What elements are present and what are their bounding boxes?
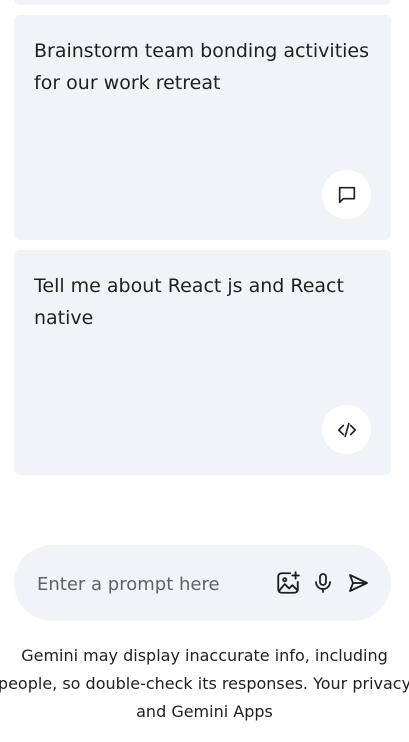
suggestion-card-text: Tell me about React js and React native bbox=[34, 275, 344, 329]
microphone-icon[interactable] bbox=[307, 567, 339, 599]
send-icon[interactable] bbox=[342, 567, 374, 599]
prompt-input[interactable] bbox=[37, 569, 262, 599]
chat-bubble-icon bbox=[322, 170, 371, 219]
suggestion-card[interactable]: Tell me about React js and React native bbox=[14, 250, 391, 475]
suggestion-card-text: Brainstorm team bonding activities for o… bbox=[34, 40, 370, 94]
suggestion-card[interactable]: Brainstorm team bonding activities for o… bbox=[14, 15, 391, 240]
disclaimer-text: Gemini may display inaccurate info, incl… bbox=[0, 646, 409, 721]
gemini-page: Brainstorm team bonding activities for o… bbox=[0, 0, 409, 742]
code-icon bbox=[322, 405, 371, 454]
add-image-icon[interactable] bbox=[272, 567, 304, 599]
suggestion-card-previous[interactable] bbox=[14, 0, 391, 5]
prompt-bar bbox=[14, 545, 391, 621]
